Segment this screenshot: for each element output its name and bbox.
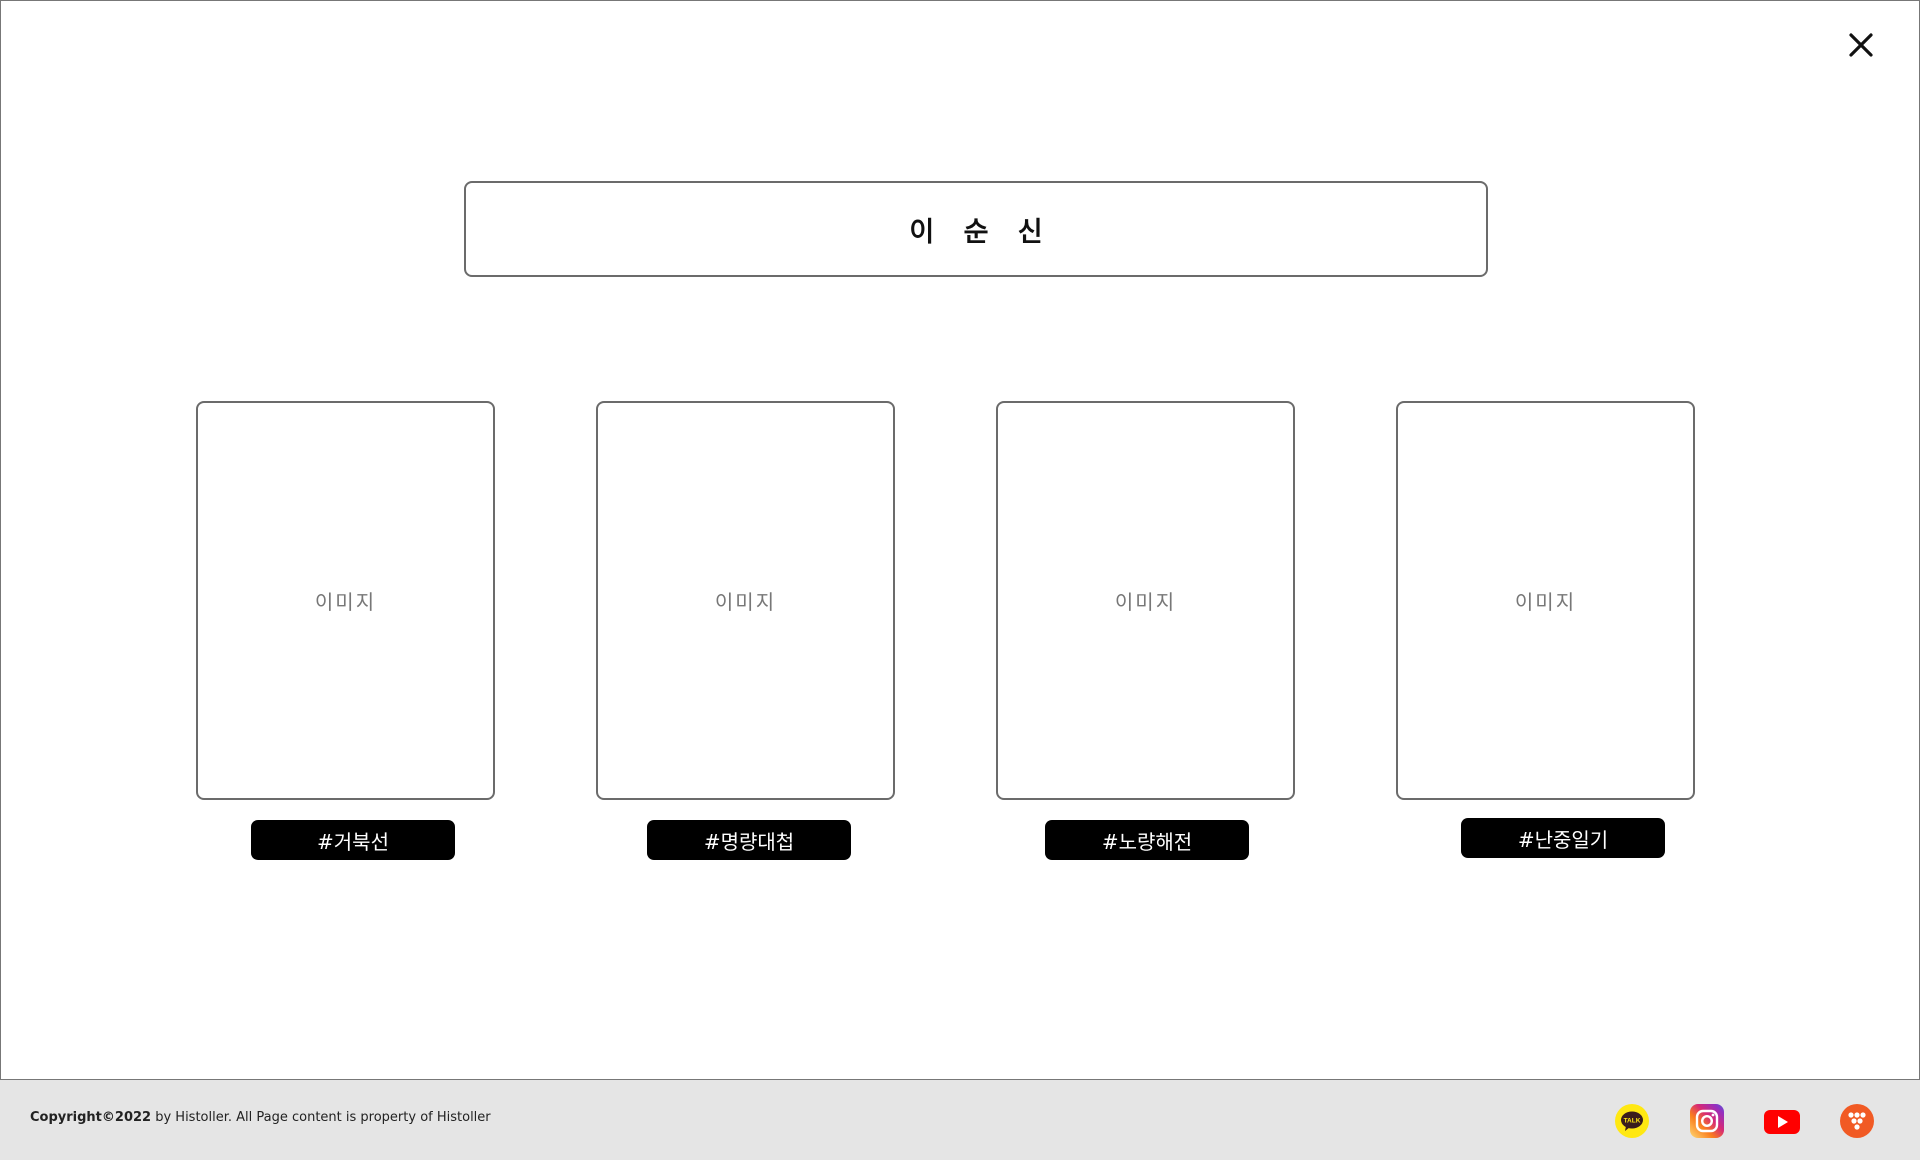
image-placeholder: 이미지 [714,590,777,614]
kakaotalk-link[interactable]: TALK [1615,1104,1649,1138]
instagram-icon [1690,1104,1724,1138]
image-card-4[interactable]: 이미지 [1396,401,1695,800]
image-card-3[interactable]: 이미지 [996,401,1295,800]
instagram-link[interactable] [1690,1104,1724,1138]
detail-modal: 이 순 신 이미지 이미지 이미지 이미지 #거북선 #명량대첩 #노량해전 #… [0,0,1920,1080]
kakaotalk-icon: TALK [1615,1104,1649,1138]
brand-link[interactable] [1840,1104,1874,1138]
svg-text:TALK: TALK [1624,1118,1641,1125]
image-placeholder: 이미지 [1514,590,1577,614]
footer: Copyright©2022 by Histoller. All Page co… [0,1080,1920,1160]
image-placeholder: 이미지 [314,590,377,614]
copyright-owner: by Histoller. All Page content is proper… [151,1110,491,1125]
youtube-icon [1764,1110,1800,1134]
copyright-text: Copyright©2022 by Histoller. All Page co… [30,1110,491,1125]
person-name: 이 순 신 [909,216,1053,248]
hashtag-nanjung-ilgi[interactable]: #난중일기 [1461,818,1665,858]
copyright-year: Copyright©2022 [30,1110,152,1125]
person-name-box: 이 순 신 [464,181,1488,277]
image-card-1[interactable]: 이미지 [196,401,495,800]
youtube-link[interactable] [1764,1104,1800,1138]
image-card-2[interactable]: 이미지 [596,401,895,800]
hashtag-myeongnyang[interactable]: #명량대첩 [647,820,851,860]
hashtag-turtle-ship[interactable]: #거북선 [251,820,455,860]
hashtag-noryang[interactable]: #노량해전 [1045,820,1249,860]
close-icon [1849,33,1873,57]
brand-dots-icon [1840,1104,1874,1138]
close-button[interactable] [1843,27,1879,63]
page: 이 순 신 이미지 이미지 이미지 이미지 #거북선 #명량대첩 #노량해전 #… [0,0,1920,1160]
image-placeholder: 이미지 [1114,590,1177,614]
